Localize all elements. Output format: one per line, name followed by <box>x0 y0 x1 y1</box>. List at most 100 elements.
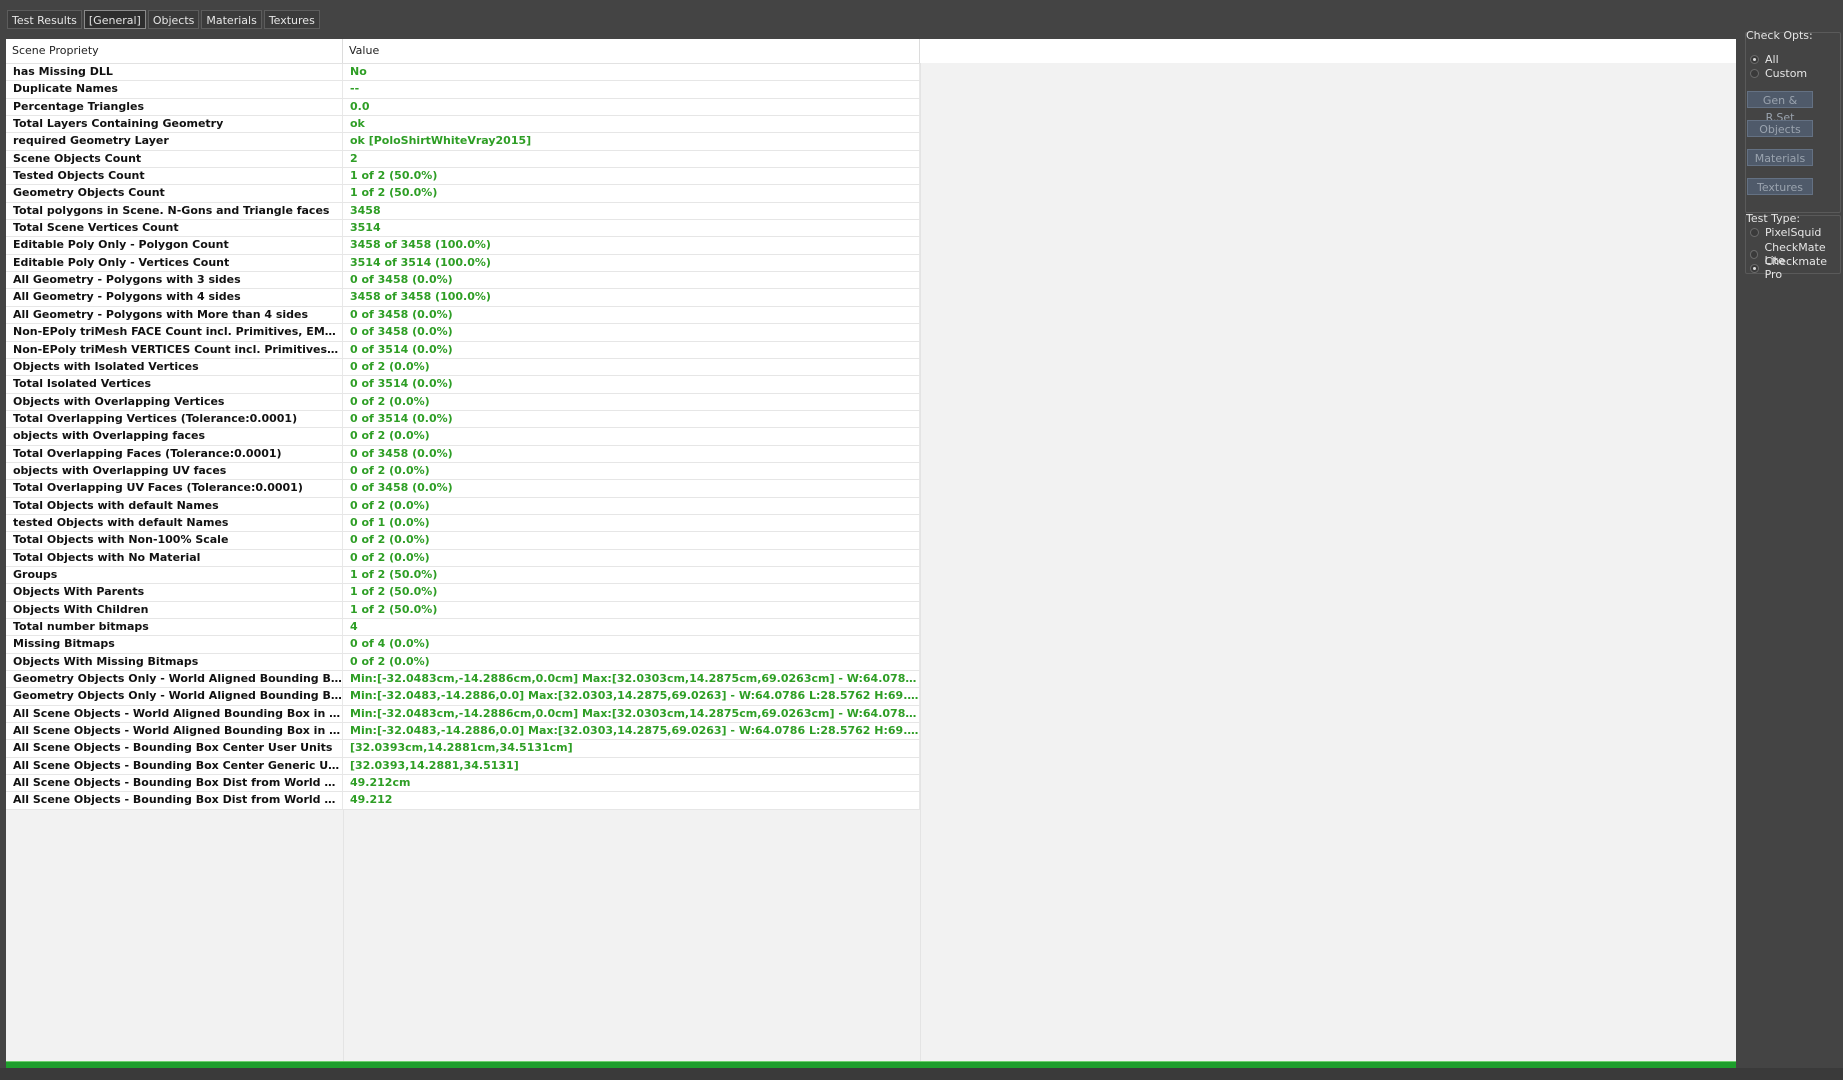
table-row[interactable]: All Scene Objects - Bounding Box Center … <box>6 740 920 758</box>
table-row[interactable]: Total Layers Containing Geometry ok <box>6 116 920 134</box>
property-cell: Total polygons in Scene. N-Gons and Tria… <box>6 202 343 220</box>
property-cell: Objects with Overlapping Vertices <box>6 393 343 410</box>
table-row[interactable]: Objects With Missing Bitmaps 0 of 2 (0.0%… <box>6 653 920 672</box>
table-row[interactable]: required Geometry Layer ok [PoloShirtWhit… <box>6 133 920 151</box>
property-cell: Editable Poly Only - Vertices Count <box>6 254 343 272</box>
property-cell: has Missing DLL <box>6 64 343 81</box>
table-row[interactable]: All Scene Objects - Bounding Box Center … <box>6 757 920 776</box>
property-cell: Objects With Children <box>6 601 343 618</box>
table-row[interactable]: Editable Poly Only - Polygon Count 3458 o… <box>6 237 920 255</box>
gen-r-set-button[interactable]: Gen & R.Set <box>1747 91 1813 124</box>
objects-button[interactable]: Objects <box>1747 120 1813 137</box>
property-cell: All Scene Objects - World Aligned Boundi… <box>6 705 343 723</box>
tab-textures[interactable]: Textures <box>263 10 320 29</box>
value-cell: 1 of 2 (50.0%) <box>343 566 920 584</box>
value-cell: ok <box>343 116 920 133</box>
radio-custom[interactable]: Custom <box>1750 67 1807 80</box>
table-row[interactable]: Missing Bitmaps 0 of 4 (0.0%) <box>6 636 920 654</box>
table-row[interactable]: Geometry Objects Only - World Aligned Bo… <box>6 671 920 689</box>
table-row[interactable]: Percentage Triangles 0.0 <box>6 98 920 117</box>
table-row[interactable]: Editable Poly Only - Vertices Count 3514 … <box>6 254 920 273</box>
textures-button[interactable]: Textures <box>1747 178 1813 195</box>
value-cell: 0 of 1 (0.0%) <box>343 514 920 532</box>
property-cell: Objects With Missing Bitmaps <box>6 653 343 671</box>
value-cell: 49.212cm <box>343 775 920 792</box>
table-row[interactable]: All Scene Objects - Bounding Box Dist fr… <box>6 775 920 793</box>
materials-button[interactable]: Materials <box>1747 149 1813 166</box>
radio-pixelsquid[interactable]: PixelSquid <box>1750 226 1821 239</box>
table-header: Scene Propriety Value <box>6 39 920 64</box>
radio-checkmate-pro-indicator[interactable] <box>1750 263 1759 273</box>
radio-pixelsquid-indicator[interactable] <box>1750 228 1759 237</box>
property-cell: Editable Poly Only - Polygon Count <box>6 237 343 254</box>
table-row[interactable]: Groups 1 of 2 (50.0%) <box>6 566 920 585</box>
table-row[interactable]: Total Isolated Vertices 0 of 3514 (0.0%) <box>6 376 920 394</box>
table-row[interactable]: All Geometry - Polygons with 3 sides 0 of… <box>6 272 920 290</box>
value-cell: 3514 of 3514 (100.0%) <box>343 254 920 272</box>
table-row[interactable]: Total Scene Vertices Count 3514 <box>6 220 920 238</box>
property-cell: Total number bitmaps <box>6 619 343 636</box>
table-row[interactable]: Scene Objects Count 2 <box>6 150 920 169</box>
property-cell: Total Overlapping UV Faces (Tolerance:0.… <box>6 480 343 497</box>
table-row[interactable]: Total number bitmaps 4 <box>6 619 920 637</box>
header-value[interactable]: Value <box>343 39 920 63</box>
table-row[interactable]: Non-EPoly triMesh FACE Count incl. Primi… <box>6 324 920 342</box>
table-row[interactable]: Total Overlapping UV Faces (Tolerance:0.… <box>6 480 920 498</box>
radio-custom-indicator[interactable] <box>1750 69 1759 78</box>
property-cell: All Scene Objects - World Aligned Boundi… <box>6 723 343 740</box>
table-row[interactable]: All Geometry - Polygons with More than 4… <box>6 306 920 325</box>
table-row[interactable]: Non-EPoly triMesh VERTICES Count incl. P… <box>6 341 920 359</box>
table-row[interactable]: All Scene Objects - World Aligned Boundi… <box>6 723 920 741</box>
table-row[interactable]: Objects With Parents 1 of 2 (50.0%) <box>6 584 920 602</box>
value-cell: 4 <box>343 619 920 636</box>
property-cell: Non-EPoly triMesh VERTICES Count incl. P… <box>6 341 343 358</box>
table-row[interactable]: Total Objects with Non-100% Scale 0 of 2 … <box>6 532 920 550</box>
table-row[interactable]: All Scene Objects - Bounding Box Dist fr… <box>6 792 920 810</box>
property-cell: Total Overlapping Faces (Tolerance:0.000… <box>6 445 343 462</box>
table-row[interactable]: tested Objects with default Names 0 of 1 … <box>6 514 920 533</box>
table-row[interactable]: has Missing DLL No <box>6 64 920 82</box>
tab-materials[interactable]: Materials <box>201 10 262 29</box>
tab-general[interactable]: [General] <box>83 10 146 29</box>
table-row[interactable]: Total Objects with default Names 0 of 2 (… <box>6 497 920 515</box>
table-row[interactable]: Objects with Overlapping Vertices 0 of 2 … <box>6 393 920 411</box>
table-row[interactable]: Total Overlapping Faces (Tolerance:0.000… <box>6 445 920 463</box>
table-row[interactable]: Objects With Children 1 of 2 (50.0%) <box>6 601 920 619</box>
table-row[interactable]: Objects with Isolated Vertices 0 of 2 (0.… <box>6 358 920 377</box>
value-cell: 3514 <box>343 220 920 237</box>
property-cell: Tested Objects Count <box>6 168 343 185</box>
value-cell: 0 of 3458 (0.0%) <box>343 324 920 341</box>
value-cell: ok [PoloShirtWhiteVray2015] <box>343 133 920 150</box>
value-cell: 1 of 2 (50.0%) <box>343 584 920 601</box>
radio-all[interactable]: All <box>1750 53 1779 66</box>
property-cell: Total Scene Vertices Count <box>6 220 343 237</box>
radio-all-indicator[interactable] <box>1750 55 1759 64</box>
property-cell: objects with Overlapping faces <box>6 428 343 445</box>
value-cell: 2 <box>343 150 920 168</box>
tab-objects[interactable]: Objects <box>147 10 200 29</box>
value-cell: [32.0393,14.2881,34.5131] <box>343 757 920 775</box>
table-row[interactable]: Geometry Objects Count 1 of 2 (50.0%) <box>6 185 920 203</box>
table-row[interactable]: Total polygons in Scene. N-Gons and Tria… <box>6 202 920 221</box>
table-row[interactable]: Geometry Objects Only - World Aligned Bo… <box>6 688 920 706</box>
property-cell: All Geometry - Polygons with 3 sides <box>6 272 343 289</box>
property-cell: Total Overlapping Vertices (Tolerance:0.… <box>6 410 343 428</box>
table-row[interactable]: Total Overlapping Vertices (Tolerance:0.… <box>6 410 920 429</box>
property-cell: Geometry Objects Count <box>6 185 343 202</box>
property-cell: Scene Objects Count <box>6 150 343 168</box>
table-row[interactable]: Tested Objects Count 1 of 2 (50.0%) <box>6 168 920 186</box>
property-cell: Geometry Objects Only - World Aligned Bo… <box>6 688 343 705</box>
value-cell: 0 of 2 (0.0%) <box>343 532 920 549</box>
table-row[interactable]: objects with Overlapping faces 0 of 2 (0.… <box>6 428 920 446</box>
table-row[interactable]: Total Objects with No Material 0 of 2 (0.… <box>6 549 920 567</box>
table-row[interactable]: Duplicate Names -- <box>6 81 920 99</box>
table-row[interactable]: All Geometry - Polygons with 4 sides 3458… <box>6 289 920 307</box>
header-property[interactable]: Scene Propriety <box>6 39 343 63</box>
table-row[interactable]: objects with Overlapping UV faces 0 of 2 … <box>6 462 920 481</box>
radio-checkmate-pro[interactable]: Checkmate Pro <box>1750 255 1843 281</box>
header-empty-area <box>920 39 1736 63</box>
table-row[interactable]: All Scene Objects - World Aligned Boundi… <box>6 705 920 724</box>
tab-test-results[interactable]: Test Results <box>7 10 82 29</box>
status-strip <box>0 1068 1843 1080</box>
property-cell: Total Objects with No Material <box>6 549 343 566</box>
